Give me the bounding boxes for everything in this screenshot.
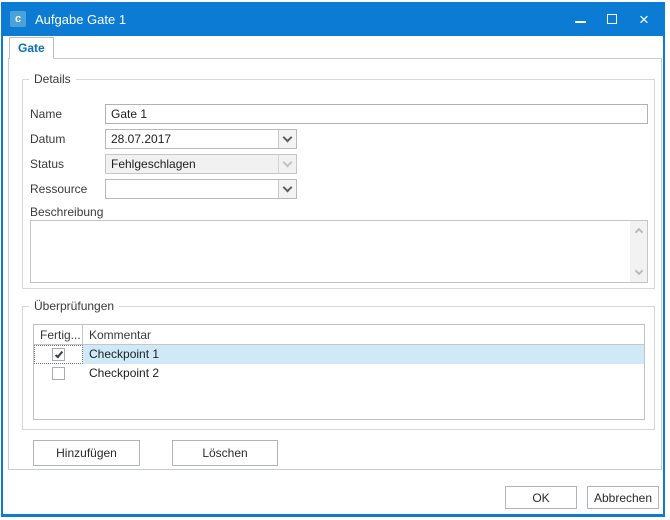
chevron-down-icon	[283, 158, 293, 168]
table-header-row: Fertig... Kommentar	[34, 325, 644, 345]
table-row[interactable]: Checkpoint 2	[34, 364, 644, 383]
app-icon-letter: c	[15, 14, 21, 25]
chevron-down-icon	[283, 183, 293, 193]
checkbox[interactable]	[52, 348, 65, 361]
table-row[interactable]: Checkpoint 1	[34, 345, 644, 364]
checks-legend: Überprüfungen	[29, 299, 119, 313]
datum-label: Datum	[30, 132, 65, 146]
status-value: Fehlgeschlagen	[106, 155, 278, 173]
window-border-left	[1, 36, 3, 514]
beschreibung-label: Beschreibung	[30, 205, 103, 219]
name-input[interactable]	[105, 104, 648, 124]
memo-scrollbar[interactable]	[630, 221, 647, 282]
details-legend: Details	[29, 72, 76, 86]
checkbox[interactable]	[52, 367, 65, 380]
ressource-label: Ressource	[30, 182, 87, 196]
fertig-cell	[34, 345, 83, 364]
minimize-button[interactable]	[569, 8, 591, 30]
beschreibung-textarea[interactable]	[31, 221, 630, 282]
chevron-down-icon	[283, 133, 293, 143]
status-combobox: Fehlgeschlagen	[105, 154, 297, 174]
window-title: Aufgabe Gate 1	[35, 12, 126, 27]
maximize-button[interactable]	[601, 8, 623, 30]
ressource-dropdown-button[interactable]	[278, 180, 296, 198]
datum-value: 28.07.2017	[106, 130, 278, 148]
column-header-kommentar[interactable]: Kommentar	[83, 325, 644, 344]
minimize-icon	[575, 21, 586, 23]
column-header-fertig[interactable]: Fertig...	[34, 325, 83, 344]
title-bar: c Aufgabe Gate 1 ×	[1, 2, 665, 36]
ok-button[interactable]: OK	[505, 486, 577, 509]
kommentar-cell: Checkpoint 1	[83, 345, 644, 364]
datum-combobox[interactable]: 28.07.2017	[105, 129, 297, 149]
beschreibung-memo	[30, 220, 648, 283]
ressource-value	[106, 180, 278, 198]
dialog-window: c Aufgabe Gate 1 × Gate Details Name Dat…	[0, 0, 670, 520]
fertig-cell	[34, 364, 83, 383]
checkpoints-table: Fertig... Kommentar Checkpoint 1 Checkpo…	[33, 324, 645, 420]
close-button[interactable]: ×	[633, 8, 655, 30]
checkmark-icon	[54, 349, 62, 358]
tab-gate[interactable]: Gate	[9, 37, 54, 59]
status-dropdown-button	[278, 155, 296, 173]
app-icon: c	[10, 11, 26, 27]
cancel-button[interactable]: Abbrechen	[587, 486, 659, 509]
kommentar-cell: Checkpoint 2	[83, 364, 644, 383]
name-label: Name	[30, 107, 62, 121]
maximize-icon	[607, 14, 617, 24]
datum-dropdown-button[interactable]	[278, 130, 296, 148]
window-border-bottom	[1, 514, 665, 517]
close-icon: ×	[639, 11, 649, 28]
scroll-down-icon[interactable]	[634, 267, 642, 275]
status-label: Status	[30, 157, 64, 171]
window-controls: ×	[569, 8, 655, 30]
window-border-right	[663, 36, 665, 514]
tab-gate-label: Gate	[18, 41, 45, 55]
ressource-combobox[interactable]	[105, 179, 297, 199]
scroll-up-icon[interactable]	[634, 228, 642, 236]
add-button[interactable]: Hinzufügen	[33, 440, 140, 466]
delete-button[interactable]: Löschen	[172, 440, 278, 466]
